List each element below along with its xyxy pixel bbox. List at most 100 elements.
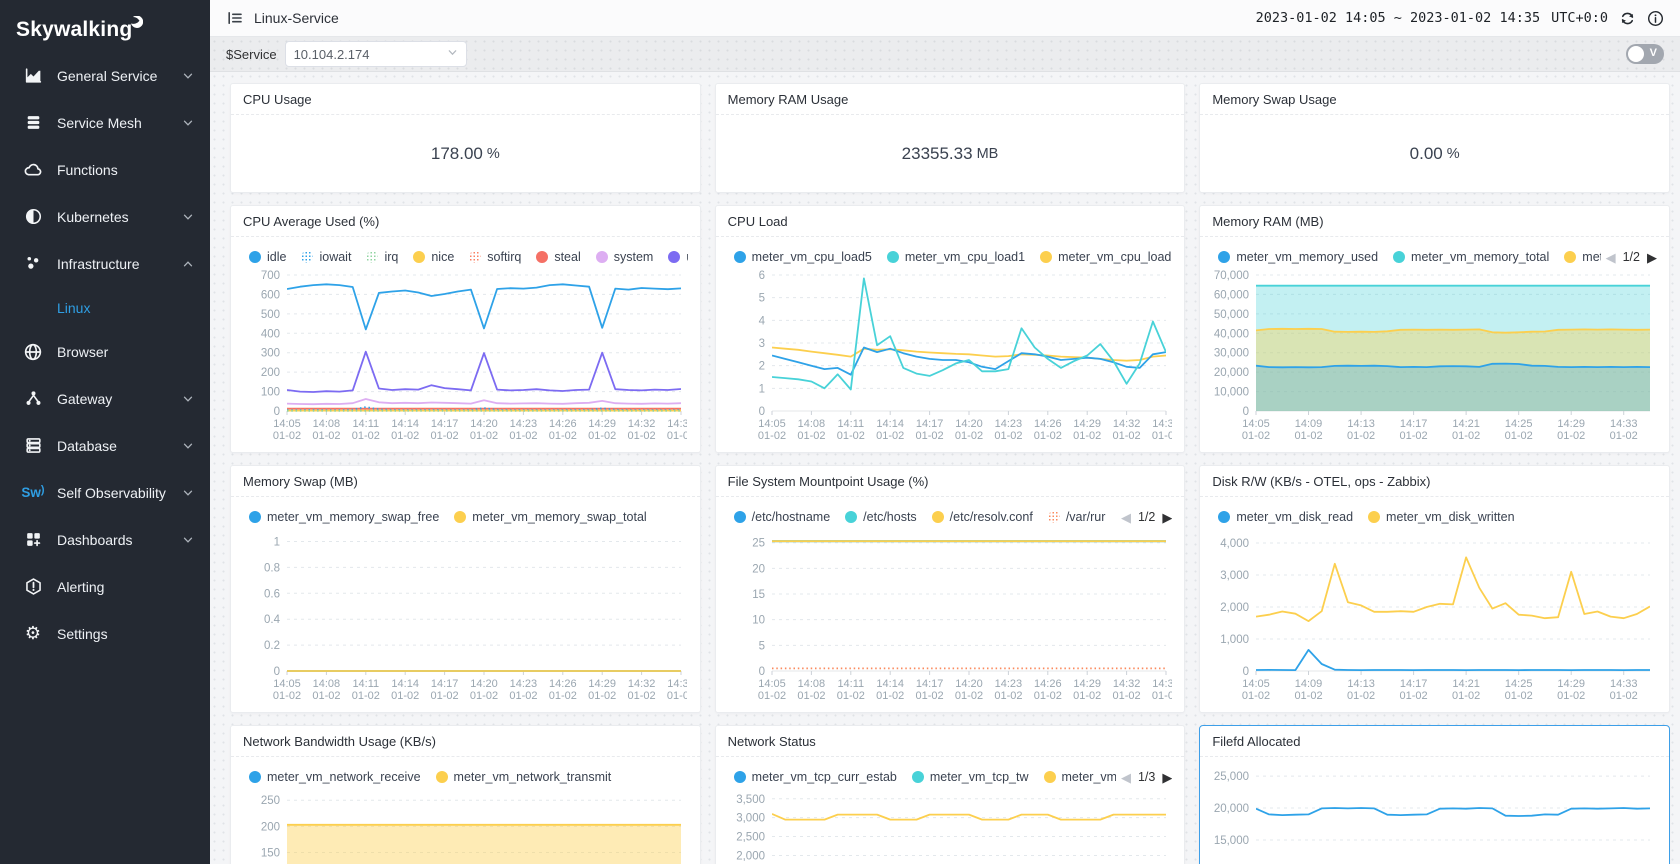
legend-label: /etc/resolv.conf — [950, 510, 1033, 524]
edit-mode-toggle[interactable]: V — [1626, 44, 1664, 64]
legend-item-meter-vm-tcp-curr-estab[interactable]: meter_vm_tcp_curr_estab — [734, 770, 897, 784]
chevron-down-icon — [447, 45, 458, 63]
sidebar-item-functions[interactable]: Functions — [0, 146, 210, 193]
svg-text:01-02: 01-02 — [312, 430, 340, 442]
svg-text:01-02: 01-02 — [628, 690, 656, 702]
legend-item-softirq[interactable]: softirq — [469, 250, 521, 264]
svg-text:01-02: 01-02 — [1033, 430, 1061, 442]
svg-text:3,500: 3,500 — [736, 794, 765, 806]
legend-item--var-rur[interactable]: /var/rur — [1048, 510, 1106, 524]
legend-next-button[interactable]: ▶ — [1647, 251, 1657, 264]
svg-text:14:13: 14:13 — [1348, 418, 1376, 430]
sidebar-item-kubernetes[interactable]: Kubernetes — [0, 193, 210, 240]
card-cpu_load: CPU Loadmeter_vm_cpu_load5meter_vm_cpu_l… — [715, 205, 1186, 453]
filter-bar: $Service 10.104.2.174 V — [210, 37, 1680, 72]
svg-text:70,000: 70,000 — [1214, 270, 1249, 282]
sidebar-item-infrastructure[interactable]: Infrastructure — [0, 240, 210, 287]
legend-item-meter-vm-network-receive[interactable]: meter_vm_network_receive — [249, 770, 421, 784]
chevron-down-icon — [182, 117, 194, 129]
sidebar-item-self-observability[interactable]: Sw)Self Observability — [0, 469, 210, 516]
sidebar-subitem-linux[interactable]: Linux — [0, 287, 210, 328]
chart-card-body: meter_vm_memory_used meter_vm_memory_tota… — [1200, 237, 1669, 450]
svg-text:01-02: 01-02 — [915, 430, 943, 442]
legend-item-steal[interactable]: steal — [536, 250, 580, 264]
svg-text:14:32: 14:32 — [1112, 678, 1140, 690]
legend-label: iowait — [319, 250, 351, 264]
svg-text:1: 1 — [758, 383, 764, 395]
legend-item-meter-vm-disk-written[interactable]: meter_vm_disk_written — [1368, 510, 1515, 524]
legend-item-meter-vm-disk-read[interactable]: meter_vm_disk_read — [1218, 510, 1353, 524]
sidebar-item-settings[interactable]: ⚙Settings — [0, 610, 210, 657]
sidebar-item-service-mesh[interactable]: Service Mesh — [0, 99, 210, 146]
legend-prev-button[interactable]: ◀ — [1121, 511, 1131, 524]
svg-text:3: 3 — [758, 338, 764, 350]
legend-item-nice[interactable]: nice — [413, 250, 454, 264]
sidebar-item-general-service[interactable]: General Service — [0, 52, 210, 99]
legend-next-button[interactable]: ▶ — [1162, 771, 1172, 784]
legend-item-system[interactable]: system — [596, 250, 654, 264]
legend-item-meter-vm-network-transmit[interactable]: meter_vm_network_transmit — [436, 770, 612, 784]
dotted-legend-dot-icon — [1048, 511, 1060, 523]
legend-dot-icon — [668, 251, 680, 263]
sidebar-item-alerting[interactable]: Alerting — [0, 563, 210, 610]
legend-item-user[interactable]: user — [668, 250, 687, 264]
legend-prev-button[interactable]: ◀ — [1606, 251, 1616, 264]
refresh-icon[interactable] — [1619, 10, 1636, 27]
legend-item--etc-resolv-conf[interactable]: /etc/resolv.conf — [932, 510, 1033, 524]
legend-item--etc-hostname[interactable]: /etc/hostname — [734, 510, 831, 524]
sidebar-item-label: Service Mesh — [57, 115, 182, 131]
legend-item-meter-vm-t[interactable]: meter_vm_t — [1044, 770, 1128, 784]
svg-text:14:11: 14:11 — [837, 678, 864, 690]
sidebar-menu: General Service Service Mesh FunctionsKube… — [0, 52, 210, 657]
svg-text:14:08: 14:08 — [313, 418, 341, 430]
sidebar-item-database[interactable]: Database — [0, 422, 210, 469]
time-range[interactable]: 2023-01-02 14:05 ~ 2023-01-02 14:35 — [1256, 10, 1540, 26]
legend-next-button[interactable]: ▶ — [1162, 511, 1172, 524]
svg-text:01-02: 01-02 — [994, 690, 1022, 702]
legend-item-meter-vm-memory-swap-free[interactable]: meter_vm_memory_swap_free — [249, 510, 439, 524]
svg-text:14:08: 14:08 — [797, 678, 825, 690]
svg-text:4,000: 4,000 — [1221, 538, 1250, 550]
legend-item-meter-vm-memory-swap-total[interactable]: meter_vm_memory_swap_total — [454, 510, 646, 524]
chart-plot-disk_rw: 01,0002,0003,0004,00014:0501-0214:0901-0… — [1212, 529, 1656, 705]
legend-dot-icon — [436, 771, 448, 783]
chart-legend: meter_vm_memory_used meter_vm_memory_tota… — [1212, 245, 1657, 269]
card-title: Memory RAM Usage — [728, 92, 849, 107]
svg-text:01-02: 01-02 — [1452, 430, 1480, 442]
legend-label: softirq — [487, 250, 521, 264]
legend-item--etc-hosts[interactable]: /etc/hosts — [845, 510, 917, 524]
legend-item-meter-vm-cpu-load15[interactable]: meter_vm_cpu_load15 — [1040, 250, 1172, 264]
legend-label: meter_vm_memory_used — [1236, 250, 1378, 264]
card-header-mem_swap: Memory Swap (MB) — [231, 466, 700, 497]
legend-item-meter-vm-tcp-tw[interactable]: meter_vm_tcp_tw — [912, 770, 1029, 784]
service-select[interactable]: 10.104.2.174 — [285, 41, 467, 67]
chart-legend: meter_vm_tcp_curr_estab meter_vm_tcp_tw me… — [728, 765, 1173, 789]
svg-text:1,000: 1,000 — [1221, 634, 1250, 646]
svg-text:14:29: 14:29 — [1558, 678, 1586, 690]
legend-item-meter-vm-cpu-load1[interactable]: meter_vm_cpu_load1 — [887, 250, 1025, 264]
info-icon[interactable] — [1647, 10, 1664, 27]
sidebar-item-gateway[interactable]: Gateway — [0, 375, 210, 422]
svg-text:0.2: 0.2 — [264, 640, 280, 652]
svg-text:14:05: 14:05 — [273, 678, 301, 690]
sidebar-item-dashboards[interactable]: Dashboards — [0, 516, 210, 563]
legend-item-iowait[interactable]: iowait — [301, 250, 351, 264]
legend-label: idle — [267, 250, 286, 264]
legend-item-idle[interactable]: idle — [249, 250, 286, 264]
legend-item-meter-vm-cpu-load5[interactable]: meter_vm_cpu_load5 — [734, 250, 872, 264]
legend-item-irq[interactable]: irq — [366, 250, 398, 264]
legend-item-meter-vm-memory-total[interactable]: meter_vm_memory_total — [1393, 250, 1549, 264]
svg-text:14:23: 14:23 — [994, 678, 1022, 690]
sidebar-item-browser[interactable]: Browser — [0, 328, 210, 375]
legend-prev-button[interactable]: ◀ — [1121, 771, 1131, 784]
svg-text:0: 0 — [758, 406, 764, 418]
svg-text:14:35: 14:35 — [1152, 418, 1172, 430]
svg-text:14:26: 14:26 — [1034, 678, 1062, 690]
legend-dot-icon — [249, 251, 261, 263]
legend-item-meter-vm-memory-used[interactable]: meter_vm_memory_used — [1218, 250, 1378, 264]
collapse-menu-icon[interactable] — [226, 9, 244, 27]
svg-text:400: 400 — [261, 328, 280, 340]
svg-text:14:23: 14:23 — [510, 418, 538, 430]
svg-text:01-02: 01-02 — [667, 690, 687, 702]
chart-plot-fs_usage: 051015202514:0501-0214:0801-0214:1101-02… — [728, 529, 1172, 705]
